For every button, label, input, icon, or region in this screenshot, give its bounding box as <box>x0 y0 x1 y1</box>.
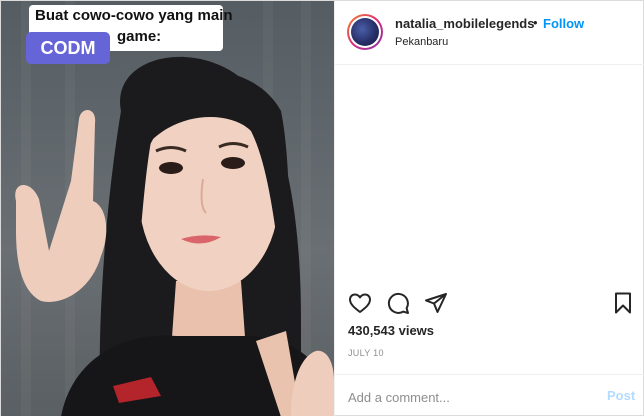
location-link[interactable]: Pekanbaru <box>395 36 448 48</box>
post-date[interactable]: JULY 10 <box>348 348 384 358</box>
comment-bar: Post <box>335 374 644 416</box>
post-header: natalia_mobilelegends • Follow Pekanbaru <box>335 1 644 65</box>
follow-button[interactable]: Follow <box>543 16 584 31</box>
video-caption-line-1: Buat cowo-cowo yang main <box>35 7 233 24</box>
avatar-image <box>351 18 379 46</box>
post-window: Buat cowo-cowo yang main game: CODM nata… <box>0 0 644 416</box>
codm-badge: CODM <box>26 32 110 64</box>
bookmark-icon[interactable] <box>611 291 635 320</box>
avatar[interactable] <box>347 14 383 50</box>
avatar-ring <box>349 16 381 48</box>
username-link[interactable]: natalia_mobilelegends <box>395 16 534 31</box>
video-caption-line-2: game: <box>117 28 162 45</box>
action-bar <box>335 287 644 319</box>
view-count[interactable]: 430,543 views <box>348 323 434 338</box>
heart-icon[interactable] <box>348 291 372 320</box>
separator-dot: • <box>533 15 538 30</box>
comment-bubble-icon[interactable] <box>386 291 410 320</box>
post-details-panel: natalia_mobilelegends • Follow Pekanbaru <box>334 1 644 416</box>
paper-plane-icon[interactable] <box>424 291 448 320</box>
post-video[interactable]: Buat cowo-cowo yang main game: CODM <box>1 1 334 416</box>
comment-input[interactable] <box>348 388 588 406</box>
post-comment-button[interactable]: Post <box>607 388 635 403</box>
